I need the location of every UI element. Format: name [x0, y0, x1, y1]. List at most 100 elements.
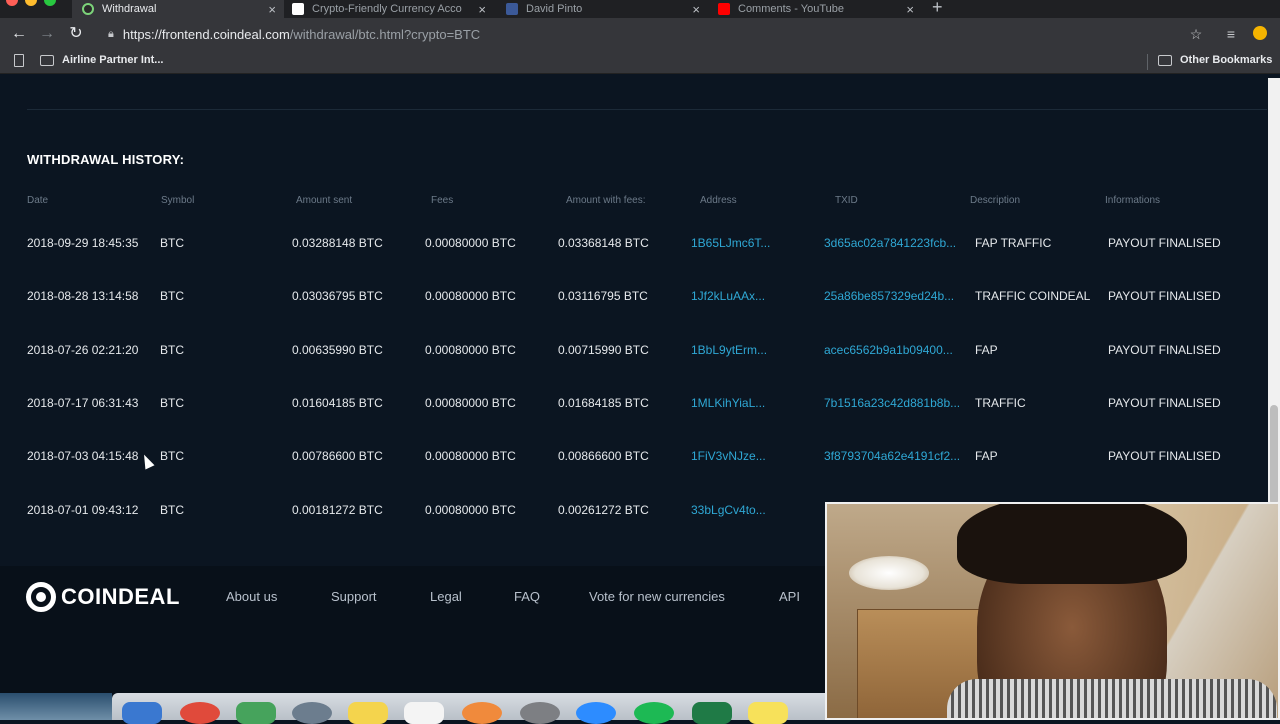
cell-symbol: BTC [160, 502, 184, 517]
table-row: 2018-07-03 04:15:48 BTC 0.00786600 BTC 0.00… [0, 449, 1268, 502]
cell-symbol: BTC [160, 342, 184, 357]
tab-withdrawal[interactable]: Withdrawal × [72, 0, 284, 18]
chrome-icon[interactable] [180, 702, 220, 724]
photos-icon[interactable] [462, 702, 502, 724]
coindeal-logo[interactable]: COINDEAL [26, 582, 180, 612]
cell-amount-with-fees: 0.03116795 BTC [558, 289, 648, 304]
cell-amount-with-fees: 0.03368148 BTC [558, 236, 649, 250]
section-divider [27, 109, 1267, 110]
finder-icon[interactable] [122, 702, 162, 724]
cell-info: PAYOUT FINALISED [1108, 236, 1221, 250]
cell-fees: 0.00080000 BTC [425, 236, 516, 250]
tab-title: Crypto-Friendly Currency Acco [312, 3, 462, 15]
bookmark-airline-partner[interactable]: Airline Partner Int... [40, 54, 163, 66]
cell-description: FAP [975, 449, 998, 464]
cell-txid[interactable]: 7b1516a23c42d881b8b... [824, 396, 960, 410]
tab-david-pinto[interactable]: David Pinto × [496, 0, 708, 18]
cell-description: FAP TRAFFIC [975, 236, 1052, 250]
cell-date: 2018-08-28 13:14:58 [27, 289, 139, 304]
lock-icon: 🔒︎ [108, 27, 114, 40]
cell-symbol: BTC [160, 289, 184, 304]
table-row: 2018-09-29 18:45:35 BTC 0.03288148 BTC 0.00… [0, 236, 1268, 289]
bookmark-label: Airline Partner Int... [62, 54, 164, 66]
bookmark-other-bookmarks[interactable]: Other Bookmarks [1158, 54, 1272, 66]
footer-link-faq[interactable]: FAQ [514, 589, 540, 604]
notes-icon[interactable] [348, 702, 388, 724]
cell-amount-with-fees: 0.00715990 BTC [558, 342, 649, 357]
cell-amount-sent: 0.00786600 BTC [292, 449, 383, 464]
cell-amount-sent: 0.01604185 BTC [292, 395, 383, 410]
coindeal-logo-icon [26, 582, 56, 612]
cell-txid[interactable]: acec6562b9a1b09400... [824, 343, 953, 357]
cell-address[interactable]: 1B65LJmc6T... [691, 236, 770, 250]
stickies-icon[interactable] [748, 702, 788, 724]
page-icon[interactable] [14, 54, 24, 67]
cell-address[interactable]: 1FiV3vNJze... [691, 449, 766, 463]
logo-text: COINDEAL [61, 584, 180, 609]
spotify-icon[interactable] [634, 702, 674, 724]
footer-link-vote-currencies[interactable]: Vote for new currencies [589, 589, 725, 604]
cell-address[interactable]: 1MLKihYiaL... [691, 396, 765, 410]
withdrawal-history-title: WITHDRAWAL HISTORY: [27, 152, 185, 167]
reload-icon[interactable]: ↻ [66, 24, 86, 44]
footer-link-api[interactable]: API [779, 589, 800, 604]
forward-arrow-icon[interactable]: → [37, 24, 57, 44]
footer-link-legal[interactable]: Legal [430, 589, 462, 604]
close-icon[interactable]: × [692, 2, 700, 17]
cell-amount-with-fees: 0.01684185 BTC [558, 395, 649, 410]
column-header-fees: Fees [431, 195, 454, 206]
column-header-address: Address [700, 195, 737, 206]
cell-txid[interactable]: 3d65ac02a7841223fcb... [824, 236, 956, 250]
scrollbar-thumb[interactable] [1270, 405, 1278, 505]
coindeal-favicon-icon [82, 3, 94, 15]
zoom-app-icon[interactable] [576, 702, 616, 724]
tab-title: David Pinto [526, 3, 583, 15]
tab-title: Withdrawal [102, 3, 157, 15]
tab-crypto-friendly[interactable]: Crypto-Friendly Currency Acco × [284, 0, 494, 18]
cell-info: PAYOUT FINALISED [1108, 395, 1221, 410]
excel-icon[interactable] [692, 702, 732, 724]
cell-address[interactable]: 1Jf2kLuAAx... [691, 289, 765, 303]
new-tab-button[interactable]: + [932, 0, 943, 18]
cell-date: 2018-07-03 04:15:48 [27, 449, 139, 464]
star-bookmark-icon[interactable]: ☆ [1187, 25, 1205, 43]
tab-youtube-comments[interactable]: Comments - YouTube × [708, 0, 922, 18]
cell-txid[interactable]: 3f8793704a62e4191cf2... [824, 449, 960, 463]
system-preferences-icon[interactable] [520, 702, 560, 724]
cell-symbol: BTC [160, 236, 184, 250]
footer-link-about-us[interactable]: About us [226, 589, 277, 604]
reminders-icon[interactable] [404, 702, 444, 724]
cell-amount-sent: 0.03288148 BTC [292, 236, 383, 250]
close-icon[interactable]: × [906, 2, 914, 17]
bookmark-divider [1147, 54, 1148, 70]
cell-description: TRAFFIC [975, 395, 1026, 410]
youtube-favicon-icon [718, 3, 730, 15]
cell-date: 2018-09-29 18:45:35 [27, 236, 139, 250]
cell-fees: 0.00080000 BTC [425, 449, 516, 464]
close-window-button[interactable] [6, 0, 18, 6]
profile-avatar[interactable] [1253, 26, 1267, 40]
bookmarks-bar: Airline Partner Int... Other Bookmarks [0, 50, 1280, 74]
cell-symbol: BTC [160, 449, 184, 464]
close-icon[interactable]: × [478, 2, 486, 17]
minimize-window-button[interactable] [25, 0, 37, 6]
close-icon[interactable]: × [268, 2, 276, 17]
footer-link-support[interactable]: Support [331, 589, 377, 604]
address-bar[interactable]: 🔒︎ https://frontend.coindeal.com/withdra… [98, 22, 1218, 46]
extension-icon[interactable]: ≡ [1222, 25, 1240, 43]
zoom-window-button[interactable] [44, 0, 56, 6]
back-arrow-icon[interactable]: ← [9, 24, 29, 44]
cell-date: 2018-07-26 02:21:20 [27, 342, 139, 357]
tab-bar: Withdrawal × Crypto-Friendly Currency Ac… [0, 0, 1280, 18]
url-text: https://frontend.coindeal.com/withdrawal… [122, 26, 481, 42]
column-header-amount-sent: Amount sent [296, 195, 353, 206]
cell-address[interactable]: 33bLgCv4to... [691, 503, 766, 517]
launchpad-icon[interactable] [292, 702, 332, 724]
cell-address[interactable]: 1BbL9ytErm... [691, 343, 767, 357]
cell-txid[interactable]: 25a86be857329ed24b... [824, 289, 954, 303]
messages-icon[interactable] [236, 702, 276, 724]
cell-amount-with-fees: 0.00866600 BTC [558, 449, 649, 464]
table-row: 2018-08-28 13:14:58 BTC 0.03036795 BTC 0.00… [0, 289, 1268, 342]
column-header-informations: Informations [1105, 195, 1161, 206]
cell-description: TRAFFIC COINDEAL [975, 289, 1091, 304]
